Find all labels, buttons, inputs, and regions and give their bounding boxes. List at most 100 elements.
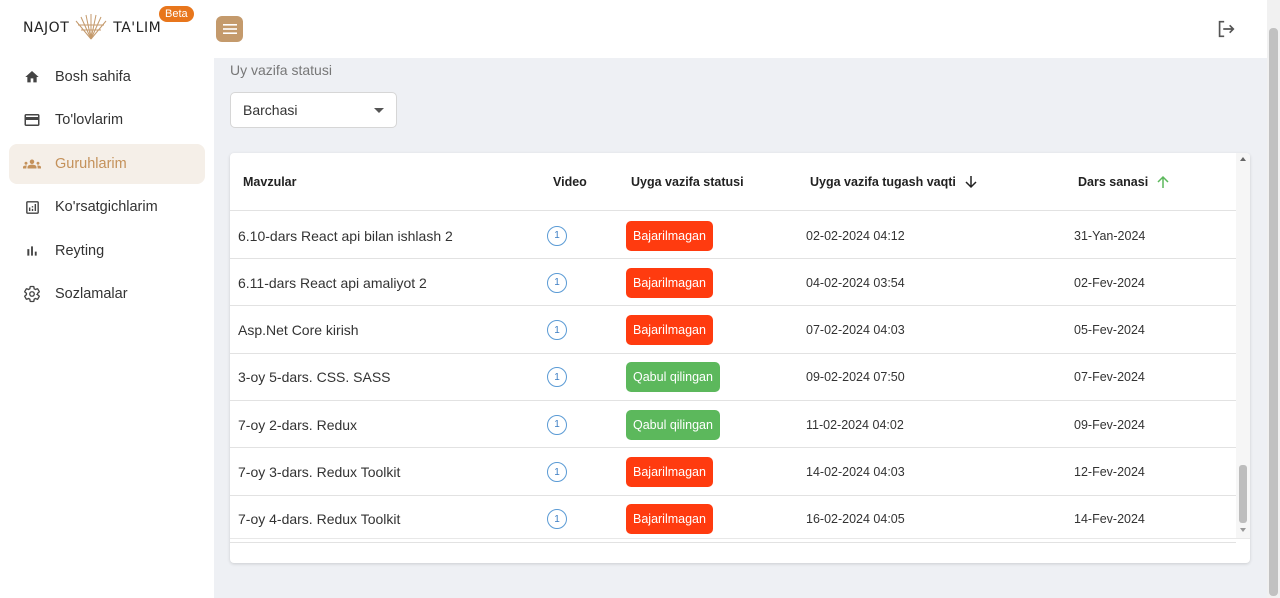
scroll-down-icon[interactable]	[1240, 528, 1246, 532]
cell-video[interactable]: 1	[547, 307, 567, 354]
cell-deadline: 09-02-2024 07:50	[806, 370, 905, 385]
cell-date: 07-Fev-2024	[1074, 370, 1145, 385]
cell-date: 05-Fev-2024	[1074, 323, 1145, 338]
status-badge: Bajarilmagan	[626, 220, 713, 251]
table-scrollbar[interactable]	[1236, 153, 1250, 538]
homework-status-select[interactable]: Barchasi	[230, 92, 397, 128]
video-count-badge[interactable]: 1	[547, 367, 567, 388]
cell-date: 31-Yan-2024	[1074, 228, 1146, 243]
home-icon	[23, 68, 41, 86]
status-badge: Bajarilmagan	[626, 267, 713, 298]
page-scrollbar-thumb[interactable]	[1269, 28, 1278, 596]
filter-label: Uy vazifa statusi	[230, 62, 332, 78]
hamburger-icon	[222, 24, 237, 34]
scroll-up-icon[interactable]	[1240, 157, 1246, 161]
menu-toggle-button[interactable]	[216, 16, 243, 42]
cell-topic: 7-oy 2-dars. Redux	[238, 416, 358, 433]
cell-topic: 7-oy 3-dars. Redux Toolkit	[238, 464, 401, 480]
sidebar-item-payments[interactable]: To'lovlarim	[9, 100, 205, 140]
cell-deadline: 02-02-2024 04:12	[806, 228, 905, 243]
video-count-badge[interactable]: 1	[547, 414, 567, 435]
sort-asc-icon	[1157, 175, 1169, 188]
cell-video[interactable]: 1	[547, 401, 567, 448]
cell-topic: Asp.Net Core kirish	[238, 322, 359, 339]
status-badge: Qabul qilingan	[626, 362, 720, 393]
beta-badge: Beta	[159, 6, 194, 22]
cell-status: Qabul qilingan	[626, 401, 720, 448]
sidebar-item-label: Ko'rsatgichlarim	[55, 199, 158, 216]
video-count-badge[interactable]: 1	[547, 272, 567, 293]
video-count-badge[interactable]: 1	[547, 509, 567, 530]
analytics-icon	[23, 198, 41, 216]
sidebar-item-home[interactable]: Bosh sahifa	[9, 57, 205, 97]
status-badge: Bajarilmagan	[626, 315, 713, 346]
cell-deadline: 07-02-2024 04:03	[806, 323, 905, 338]
table-header: Mavzular Video Uyga vazifa statusi Uyga …	[230, 153, 1236, 211]
cell-deadline: 11-02-2024 04:02	[806, 417, 904, 432]
logout-icon	[1218, 20, 1235, 38]
sidebar-item-label: To'lovlarim	[55, 112, 124, 129]
table-footer-divider	[230, 538, 1250, 539]
cell-date: 12-Fev-2024	[1074, 465, 1145, 479]
sort-desc-icon	[965, 176, 977, 189]
table-row[interactable]: 3-oy 5-dars. CSS. SASS 1 Qabul qilingan 09-…	[230, 354, 1236, 401]
sidebar-item-label: Sozlamalar	[55, 285, 128, 302]
cell-topic: 7-oy 4-dars. Redux Toolkit	[238, 511, 401, 528]
chevron-down-icon	[374, 108, 384, 113]
table-row[interactable]: 6.11-dars React api amaliyot 2 1 Bajarilma…	[230, 259, 1236, 307]
status-badge: Qabul qilingan	[626, 409, 720, 440]
logout-button[interactable]	[1215, 18, 1237, 40]
cell-date: 14-Fev-2024	[1074, 512, 1145, 527]
sidebar-item-label: Bosh sahifa	[55, 69, 131, 85]
table-row[interactable]: Asp.Net Core kirish 1 Bajarilmagan 07-02-20…	[230, 307, 1236, 354]
column-header-video[interactable]: Video	[553, 175, 587, 189]
bar-chart-icon	[23, 242, 41, 260]
cell-topic: 3-oy 5-dars. CSS. SASS	[238, 369, 391, 386]
cell-status: Bajarilmagan	[626, 212, 713, 259]
status-badge: Bajarilmagan	[626, 504, 713, 535]
table-scrollbar-thumb[interactable]	[1239, 465, 1247, 523]
cell-deadline: 16-02-2024 04:05	[806, 512, 905, 527]
sidebar-item-indicators[interactable]: Ko'rsatgichlarim	[9, 187, 205, 227]
logo[interactable]: NAJOT TA'LIM	[23, 13, 161, 43]
sidebar-item-label: Reyting	[55, 242, 105, 259]
logo-emblem-icon	[75, 14, 107, 40]
table-row[interactable]: 7-oy 2-dars. Redux 1 Qabul qilingan 11-02-2…	[230, 401, 1236, 449]
cell-video[interactable]: 1	[547, 354, 567, 401]
sidebar-item-label: Guruhlarim	[55, 155, 127, 172]
cell-date: 09-Fev-2024	[1074, 417, 1145, 432]
video-count-badge[interactable]: 1	[547, 320, 567, 341]
cell-topic: 6.10-dars React api bilan ishlash 2	[238, 227, 453, 244]
column-header-topic[interactable]: Mavzular	[243, 175, 297, 189]
cell-deadline: 04-02-2024 03:54	[806, 275, 905, 290]
column-header-deadline[interactable]: Uyga vazifa tugash vaqti	[810, 175, 978, 189]
cell-video[interactable]: 1	[547, 212, 567, 259]
sidebar-item-groups[interactable]: Guruhlarim	[9, 143, 205, 184]
table-row[interactable]: 7-oy 4-dars. Redux Toolkit 1 Bajarilmagan 1…	[230, 496, 1236, 543]
cell-deadline: 14-02-2024 04:03	[806, 465, 905, 479]
sidebar-item-rating[interactable]: Reyting	[9, 231, 205, 271]
video-count-badge[interactable]: 1	[547, 225, 567, 246]
cell-video[interactable]: 1	[547, 496, 567, 543]
credit-card-icon	[23, 111, 41, 129]
cell-status: Qabul qilingan	[626, 354, 720, 401]
cell-video[interactable]: 1	[547, 449, 567, 496]
column-header-status[interactable]: Uyga vazifa statusi	[631, 175, 744, 189]
cell-status: Bajarilmagan	[626, 307, 713, 354]
topbar	[214, 0, 1267, 58]
logo-text-right: TA'LIM	[113, 20, 162, 36]
video-count-badge[interactable]: 1	[547, 462, 567, 482]
table-row[interactable]: 6.10-dars React api bilan ishlash 2 1 Baja…	[230, 212, 1236, 259]
cell-video[interactable]: 1	[547, 259, 567, 306]
cell-status: Bajarilmagan	[626, 259, 713, 306]
table-row[interactable]: 7-oy 3-dars. Redux Toolkit 1 Bajarilmagan 1…	[230, 449, 1236, 496]
groups-icon	[23, 155, 41, 173]
page-scrollbar[interactable]	[1267, 0, 1280, 598]
lessons-table: Mavzular Video Uyga vazifa statusi Uyga …	[230, 153, 1250, 563]
gear-icon	[23, 285, 41, 303]
logo-text-left: NAJOT	[23, 20, 70, 36]
sidebar-item-settings[interactable]: Sozlamalar	[9, 274, 205, 314]
cell-status: Bajarilmagan	[626, 449, 713, 496]
sidebar-nav: Bosh sahifa To'lovlarim Guruhlarim Ko'rs…	[9, 57, 205, 317]
column-header-date[interactable]: Dars sanasi	[1078, 175, 1170, 189]
